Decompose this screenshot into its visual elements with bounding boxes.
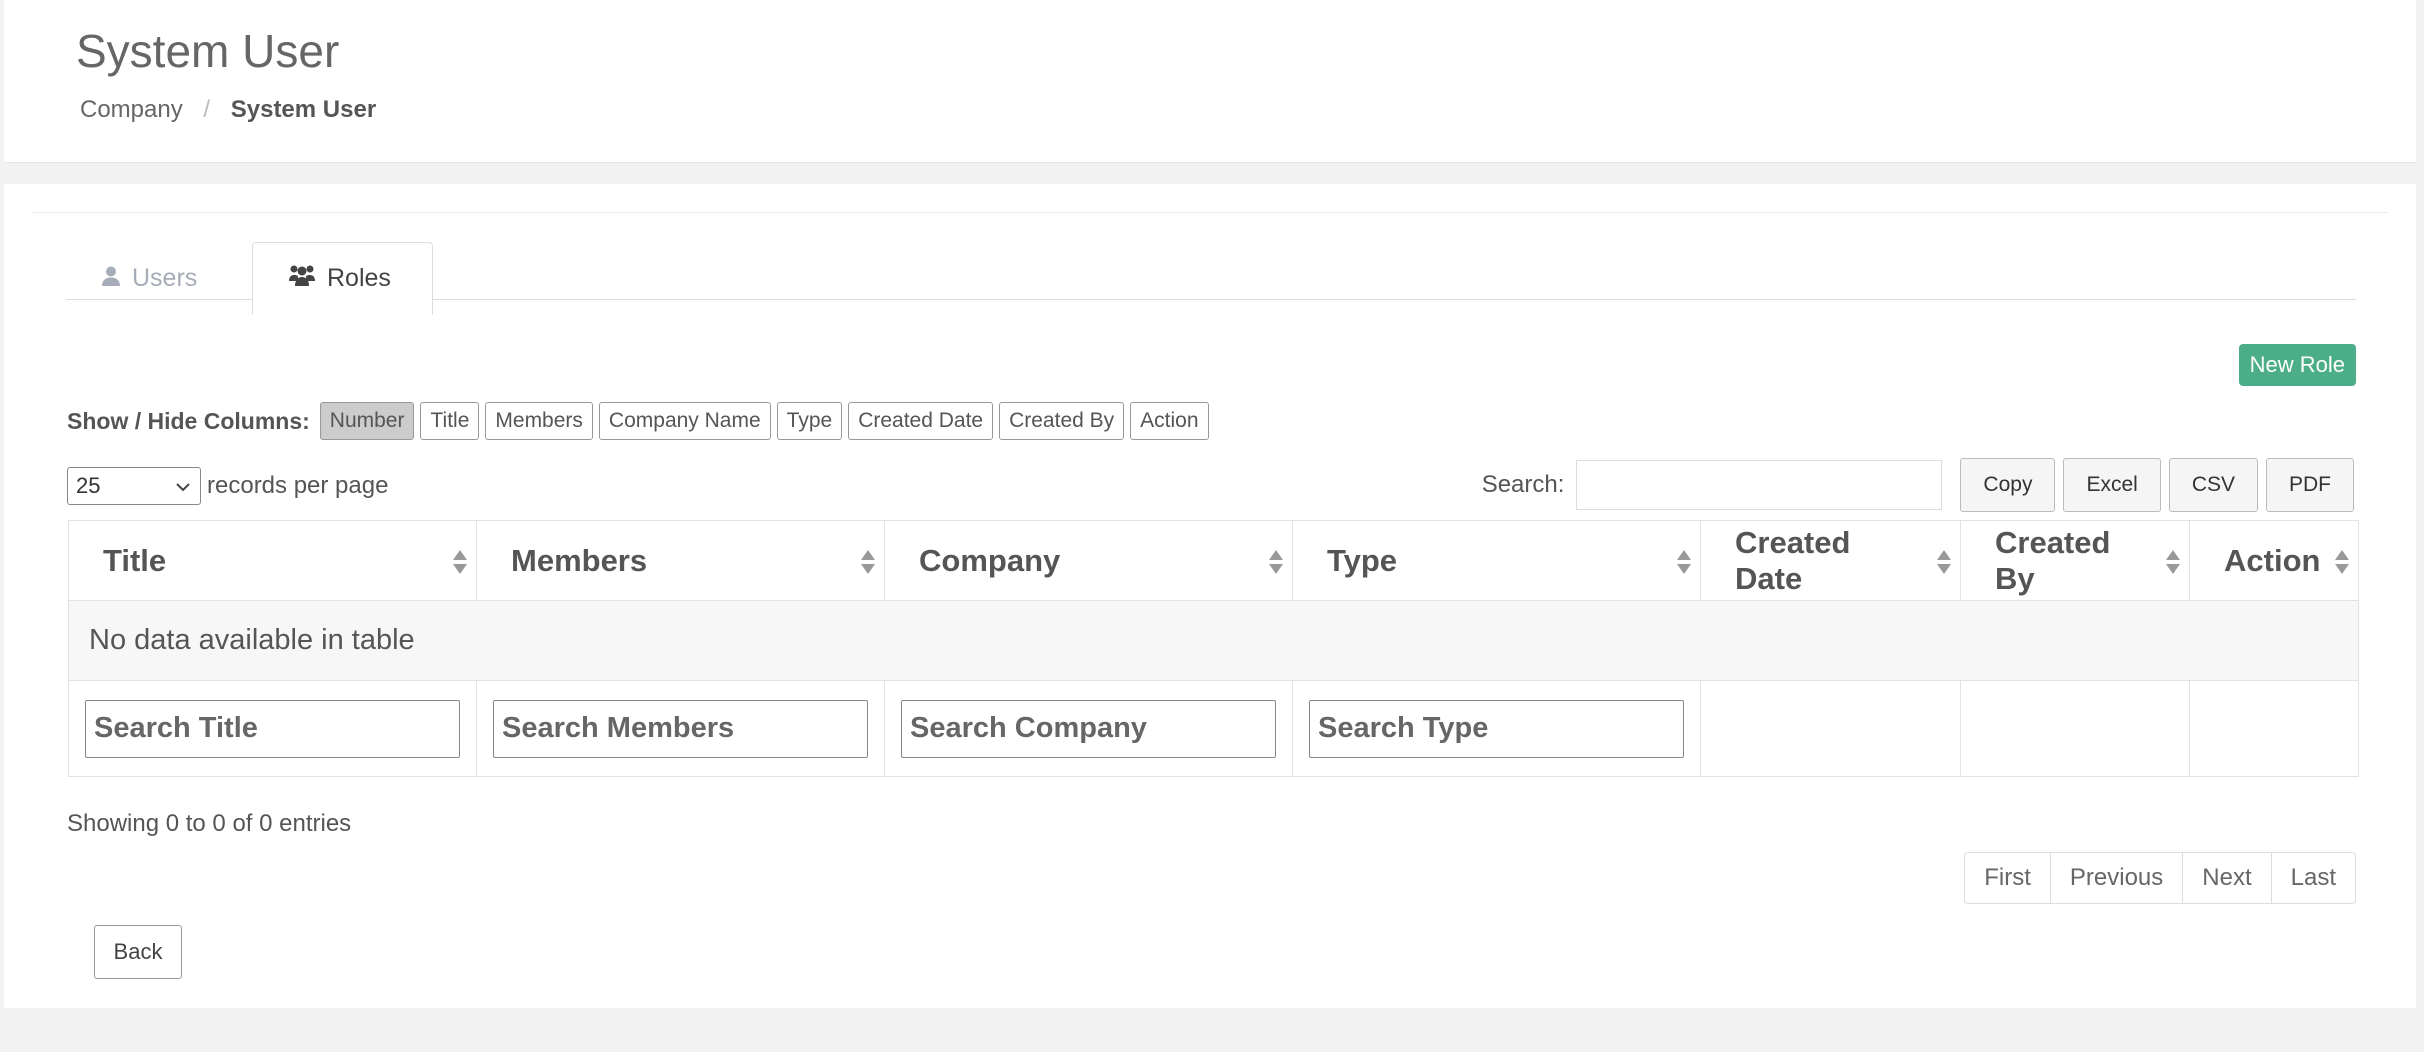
excel-button[interactable]: Excel xyxy=(2063,458,2161,512)
pagination-last[interactable]: Last xyxy=(2270,853,2355,903)
column-header-created-by[interactable]: Created By xyxy=(1960,520,2190,601)
filter-cell xyxy=(884,680,1293,777)
column-header-action[interactable]: Action xyxy=(2189,520,2359,601)
column-header-company[interactable]: Company xyxy=(884,520,1293,601)
sort-icon xyxy=(452,547,468,583)
page-header: System User Company / System User xyxy=(4,0,2416,163)
chevron-down-icon xyxy=(174,476,192,502)
copy-button[interactable]: Copy xyxy=(1960,458,2056,512)
column-header-type[interactable]: Type xyxy=(1292,520,1701,601)
table-info: Showing 0 to 0 of 0 entries xyxy=(67,810,352,837)
search-type-input[interactable] xyxy=(1309,699,1684,758)
column-visibility-bar: Show / Hide Columns: Number Title Member… xyxy=(67,402,1209,440)
filter-row xyxy=(68,680,2359,777)
breadcrumb-separator: / xyxy=(203,96,211,123)
colvis-action-button[interactable]: Action xyxy=(1130,402,1209,440)
search-area: Search: Copy Excel CSV PDF xyxy=(1482,458,2354,512)
main-panel: Users Roles New Role Show / Hide Columns… xyxy=(4,184,2416,1008)
back-button[interactable]: Back xyxy=(94,925,182,979)
pagination: First Previous Next Last xyxy=(1964,852,2356,904)
pagination-first[interactable]: First xyxy=(1965,853,2050,903)
column-header-label: Type xyxy=(1327,542,1398,578)
filter-cell-empty xyxy=(1960,680,2190,777)
column-header-members[interactable]: Members xyxy=(476,520,885,601)
filter-cell-empty xyxy=(2189,680,2359,777)
records-per-page-select[interactable]: 25 xyxy=(67,467,201,505)
column-visibility-label: Show / Hide Columns: xyxy=(67,407,310,434)
page-title: System User xyxy=(76,25,340,77)
column-header-label: Action xyxy=(2224,542,2321,578)
sort-icon xyxy=(1268,547,1284,583)
records-per-page-label: records per page xyxy=(207,472,389,499)
column-header-label: Title xyxy=(103,542,167,578)
colvis-company-name-button[interactable]: Company Name xyxy=(598,402,771,440)
search-title-input[interactable] xyxy=(85,699,460,758)
search-label: Search: xyxy=(1481,471,1565,498)
user-icon xyxy=(102,264,120,293)
pdf-button[interactable]: PDF xyxy=(2266,458,2354,512)
colvis-created-date-button[interactable]: Created Date xyxy=(848,402,994,440)
sort-icon xyxy=(1676,547,1692,583)
table-row: No data available in table xyxy=(68,600,2359,681)
sort-icon xyxy=(860,547,876,583)
search-members-input[interactable] xyxy=(493,699,868,758)
column-header-label: Created Date xyxy=(1735,524,1851,596)
sort-icon xyxy=(2334,547,2350,583)
breadcrumb-item-company[interactable]: Company xyxy=(80,96,183,123)
roles-table: Title Members Company Type Created Date … xyxy=(68,520,2359,777)
filter-cell xyxy=(476,680,885,777)
search-input[interactable] xyxy=(1576,460,1943,510)
filter-cell xyxy=(68,680,477,777)
pagination-next[interactable]: Next xyxy=(2182,853,2270,903)
pagination-previous[interactable]: Previous xyxy=(2049,853,2182,903)
sort-icon xyxy=(1936,547,1952,583)
users-icon xyxy=(289,264,315,293)
filter-cell xyxy=(1292,680,1701,777)
column-header-label: Members xyxy=(511,542,648,578)
table-header-row: Title Members Company Type Created Date … xyxy=(68,520,2359,601)
sort-icon xyxy=(2165,547,2181,583)
column-header-title[interactable]: Title xyxy=(68,520,477,601)
colvis-members-button[interactable]: Members xyxy=(485,402,593,440)
new-role-button[interactable]: New Role xyxy=(2238,344,2356,386)
breadcrumb-item-current: System User xyxy=(230,96,377,123)
column-header-label: Company xyxy=(919,542,1061,578)
divider xyxy=(32,212,2388,213)
tab-bar: Users Roles xyxy=(66,242,2356,315)
column-header-label: Created By xyxy=(1995,524,2111,596)
tab-users-label: Users xyxy=(132,263,198,292)
colvis-created-by-button[interactable]: Created By xyxy=(999,402,1125,440)
filter-cell-empty xyxy=(1700,680,1961,777)
empty-message: No data available in table xyxy=(68,600,2359,681)
tab-roles-label: Roles xyxy=(327,264,391,292)
breadcrumb: Company / System User xyxy=(80,96,376,124)
tab-roles[interactable]: Roles xyxy=(252,242,433,315)
column-header-created-date[interactable]: Created Date xyxy=(1700,520,1961,601)
records-per-page-value: 25 xyxy=(76,473,101,498)
colvis-type-button[interactable]: Type xyxy=(776,402,843,440)
search-company-input[interactable] xyxy=(901,699,1276,758)
tab-users[interactable]: Users xyxy=(66,242,252,314)
records-per-page: 25 records per page xyxy=(67,467,388,505)
colvis-title-button[interactable]: Title xyxy=(420,402,480,440)
csv-button[interactable]: CSV xyxy=(2168,458,2258,512)
colvis-number-button[interactable]: Number xyxy=(319,402,415,440)
